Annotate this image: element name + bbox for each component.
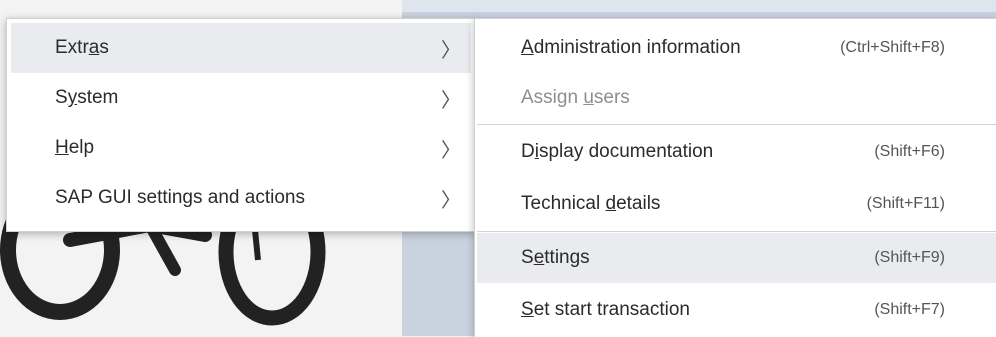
menu-item-label: SAP GUI settings and actions — [55, 187, 305, 208]
chevron-right-icon: 〉 — [441, 189, 461, 212]
menu-item-administration-information[interactable]: Administration information (Ctrl+Shift+F… — [477, 23, 996, 73]
chevron-right-icon: 〉 — [441, 89, 461, 112]
menu-item-display-documentation[interactable]: Display documentation (Shift+F6) — [477, 127, 996, 177]
background-header-strip — [402, 0, 996, 12]
shortcut-label: (Shift+F11) — [866, 195, 945, 212]
menu-item-system[interactable]: System 〉 — [11, 73, 471, 123]
shortcut-label: (Shift+F7) — [874, 301, 945, 318]
chevron-right-icon: 〉 — [441, 139, 461, 162]
menu-item-help[interactable]: Help 〉 — [11, 123, 471, 173]
extras-submenu: Administration information (Ctrl+Shift+F… — [474, 18, 996, 337]
chevron-right-icon: 〉 — [441, 39, 461, 62]
menu-item-label: Settings — [521, 247, 590, 268]
shortcut-label: (Shift+F9) — [874, 249, 945, 266]
main-context-menu: Extras 〉 System 〉 Help 〉 SAP GUI setting… — [6, 18, 476, 232]
menu-item-label: Set start transaction — [521, 299, 690, 320]
menu-item-label: Extras — [55, 37, 109, 58]
shortcut-label: (Shift+F6) — [874, 143, 945, 160]
menu-item-label: Help — [55, 137, 95, 158]
menu-separator — [477, 231, 996, 232]
menu-item-set-start-transaction[interactable]: Set start transaction (Shift+F7) — [477, 285, 996, 335]
menu-item-label: Display documentation — [521, 141, 714, 162]
menu-item-label: System — [55, 87, 119, 108]
menu-item-label: Technical details — [521, 193, 661, 214]
shortcut-label: (Ctrl+Shift+F8) — [840, 39, 945, 56]
menu-item-assign-users: Assign users — [477, 73, 996, 123]
menu-item-technical-details[interactable]: Technical details (Shift+F11) — [477, 179, 996, 229]
menu-item-label: Assign users — [521, 87, 630, 108]
menu-item-label: Administration information — [521, 37, 741, 58]
menu-separator — [477, 124, 996, 125]
menu-item-settings[interactable]: Settings (Shift+F9) — [477, 233, 996, 283]
menu-item-sap-gui-settings[interactable]: SAP GUI settings and actions 〉 — [11, 173, 471, 223]
menu-item-extras[interactable]: Extras 〉 — [11, 23, 471, 73]
